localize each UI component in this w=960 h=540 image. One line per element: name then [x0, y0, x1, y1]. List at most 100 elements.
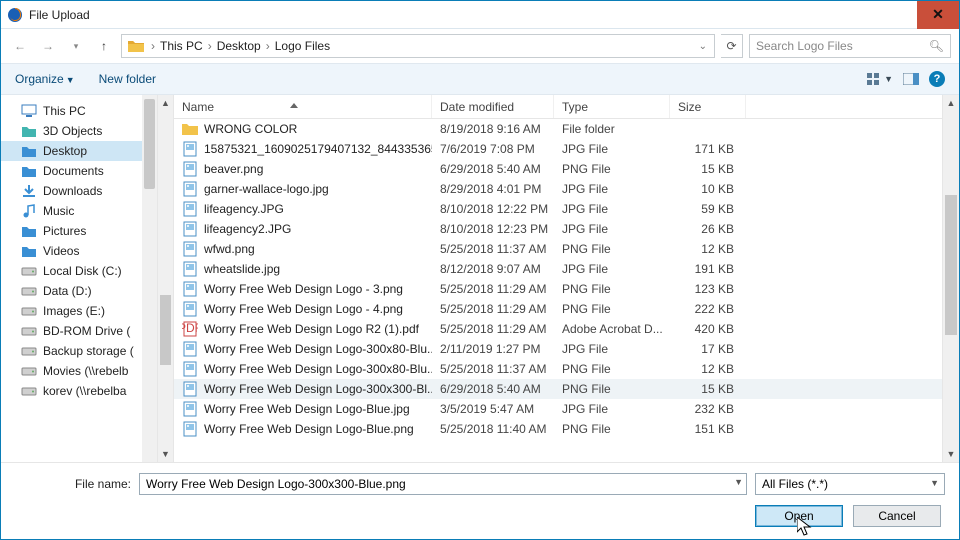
tree-item-label: Desktop: [43, 144, 87, 158]
file-size: 10 KB: [670, 182, 746, 196]
help-button[interactable]: ?: [929, 71, 945, 87]
column-date[interactable]: Date modified: [432, 95, 554, 118]
tree-item-label: 3D Objects: [43, 124, 102, 138]
up-button[interactable]: ↑: [93, 35, 115, 57]
search-input[interactable]: Search Logo Files 🔍︎: [749, 34, 951, 58]
file-row[interactable]: beaver.png 6/29/2018 5:40 AM PNG File 15…: [174, 159, 959, 179]
toolbar: Organize▼ New folder ▼ ?: [1, 63, 959, 95]
tree-item-label: BD-ROM Drive (: [43, 324, 130, 338]
firefox-icon: [7, 7, 23, 23]
tree-item[interactable]: BD-ROM Drive (: [1, 321, 157, 341]
column-name[interactable]: Name: [174, 95, 432, 118]
preview-pane-button[interactable]: [903, 73, 919, 85]
footer: File name: Worry Free Web Design Logo-30…: [1, 462, 959, 539]
file-type: PNG File: [554, 162, 670, 176]
file-row[interactable]: lifeagency.JPG 8/10/2018 12:22 PM JPG Fi…: [174, 199, 959, 219]
file-date: 8/19/2018 9:16 AM: [432, 122, 554, 136]
file-row[interactable]: PDFWorry Free Web Design Logo R2 (1).pdf…: [174, 319, 959, 339]
tree-item-label: korev (\\rebelba: [43, 384, 126, 398]
breadcrumb-item[interactable]: This PC: [158, 39, 205, 53]
tree-item[interactable]: 3D Objects: [1, 121, 157, 141]
file-name: Worry Free Web Design Logo-300x300-Bl...: [204, 382, 432, 396]
file-type: JPG File: [554, 342, 670, 356]
back-button[interactable]: ←: [9, 35, 31, 57]
tree-item[interactable]: Documents: [1, 161, 157, 181]
tree-item[interactable]: Videos: [1, 241, 157, 261]
close-button[interactable]: ✕: [917, 1, 959, 29]
tree-item[interactable]: Pictures: [1, 221, 157, 241]
breadcrumb-item[interactable]: Logo Files: [273, 39, 332, 53]
file-date: 2/11/2019 1:27 PM: [432, 342, 554, 356]
column-size[interactable]: Size: [670, 95, 746, 118]
file-row[interactable]: garner-wallace-logo.jpg 8/29/2018 4:01 P…: [174, 179, 959, 199]
new-folder-button[interactable]: New folder: [99, 72, 156, 86]
file-row[interactable]: Worry Free Web Design Logo-300x80-Blu...…: [174, 339, 959, 359]
file-size: 59 KB: [670, 202, 746, 216]
organize-menu[interactable]: Organize▼: [15, 72, 75, 86]
file-name: Worry Free Web Design Logo - 4.png: [204, 302, 403, 316]
file-row[interactable]: Worry Free Web Design Logo-Blue.png 5/25…: [174, 419, 959, 439]
file-list-pane: ▲▼ Name Date modified Type Size WRONG CO…: [158, 95, 959, 462]
search-icon: 🔍︎: [929, 39, 944, 53]
open-button[interactable]: Open: [755, 505, 843, 527]
file-type: JPG File: [554, 262, 670, 276]
chevron-down-icon[interactable]: ▼: [734, 477, 743, 487]
file-size: 151 KB: [670, 422, 746, 436]
tree-item[interactable]: Backup storage (: [1, 341, 157, 361]
breadcrumb-item[interactable]: Desktop: [215, 39, 263, 53]
file-type: File folder: [554, 122, 670, 136]
tree-item[interactable]: Music: [1, 201, 157, 221]
filetype-filter[interactable]: All Files (*.*)▼: [755, 473, 945, 495]
file-name: Worry Free Web Design Logo-Blue.jpg: [204, 402, 410, 416]
file-row[interactable]: wfwd.png 5/25/2018 11:37 AM PNG File 12 …: [174, 239, 959, 259]
file-row[interactable]: Worry Free Web Design Logo - 3.png 5/25/…: [174, 279, 959, 299]
tree-item[interactable]: Local Disk (C:): [1, 261, 157, 281]
forward-button[interactable]: →: [37, 35, 59, 57]
nav-tree[interactable]: This PC 3D Objects Desktop DocumentsDownloa…: [1, 95, 158, 462]
file-size: 12 KB: [670, 362, 746, 376]
file-row[interactable]: lifeagency2.JPG 8/10/2018 12:23 PM JPG F…: [174, 219, 959, 239]
filename-input[interactable]: Worry Free Web Design Logo-300x300-Blue.…: [139, 473, 747, 495]
column-type[interactable]: Type: [554, 95, 670, 118]
tree-item[interactable]: Downloads: [1, 181, 157, 201]
chevron-down-icon[interactable]: ⌄: [696, 41, 710, 52]
tree-scrollbar[interactable]: [142, 95, 157, 462]
breadcrumb-bar[interactable]: › This PC › Desktop › Logo Files ⌄: [121, 34, 715, 58]
file-scrollbar[interactable]: ▲▼: [942, 95, 959, 462]
file-date: 5/25/2018 11:29 AM: [432, 282, 554, 296]
file-row[interactable]: Worry Free Web Design Logo-300x300-Bl...…: [174, 379, 959, 399]
file-size: 420 KB: [670, 322, 746, 336]
file-name: Worry Free Web Design Logo - 3.png: [204, 282, 403, 296]
tree-item[interactable]: Movies (\\rebelb: [1, 361, 157, 381]
view-menu[interactable]: ▼: [866, 72, 893, 86]
tree-item[interactable]: This PC: [1, 101, 157, 121]
search-placeholder: Search Logo Files: [756, 39, 929, 53]
file-date: 3/5/2019 5:47 AM: [432, 402, 554, 416]
tree-item[interactable]: Desktop: [1, 141, 157, 161]
file-date: 6/29/2018 5:40 AM: [432, 382, 554, 396]
file-type: PNG File: [554, 382, 670, 396]
file-row[interactable]: Worry Free Web Design Logo-300x80-Blu...…: [174, 359, 959, 379]
file-row[interactable]: Worry Free Web Design Logo-Blue.jpg 3/5/…: [174, 399, 959, 419]
file-size: 26 KB: [670, 222, 746, 236]
tree-item-label: Data (D:): [43, 284, 92, 298]
file-size: 17 KB: [670, 342, 746, 356]
tree-item-label: Pictures: [43, 224, 86, 238]
file-type: PNG File: [554, 242, 670, 256]
file-type: PNG File: [554, 282, 670, 296]
recent-dropdown[interactable]: ▾: [65, 35, 87, 57]
chevron-down-icon[interactable]: ▼: [930, 478, 939, 488]
file-row[interactable]: 15875321_1609025179407132_8443353658... …: [174, 139, 959, 159]
refresh-button[interactable]: ⟳: [721, 34, 743, 58]
svg-text:PDF: PDF: [182, 321, 198, 335]
file-row[interactable]: wheatslide.jpg 8/12/2018 9:07 AM JPG Fil…: [174, 259, 959, 279]
tree-item[interactable]: Images (E:): [1, 301, 157, 321]
left-scrollbar[interactable]: ▲▼: [158, 95, 174, 462]
tree-item[interactable]: Data (D:): [1, 281, 157, 301]
nav-row: ← → ▾ ↑ › This PC › Desktop › Logo Files…: [1, 29, 959, 63]
cancel-button[interactable]: Cancel: [853, 505, 941, 527]
tree-item[interactable]: korev (\\rebelba: [1, 381, 157, 401]
file-type: JPG File: [554, 402, 670, 416]
file-row[interactable]: WRONG COLOR 8/19/2018 9:16 AM File folde…: [174, 119, 959, 139]
file-row[interactable]: Worry Free Web Design Logo - 4.png 5/25/…: [174, 299, 959, 319]
